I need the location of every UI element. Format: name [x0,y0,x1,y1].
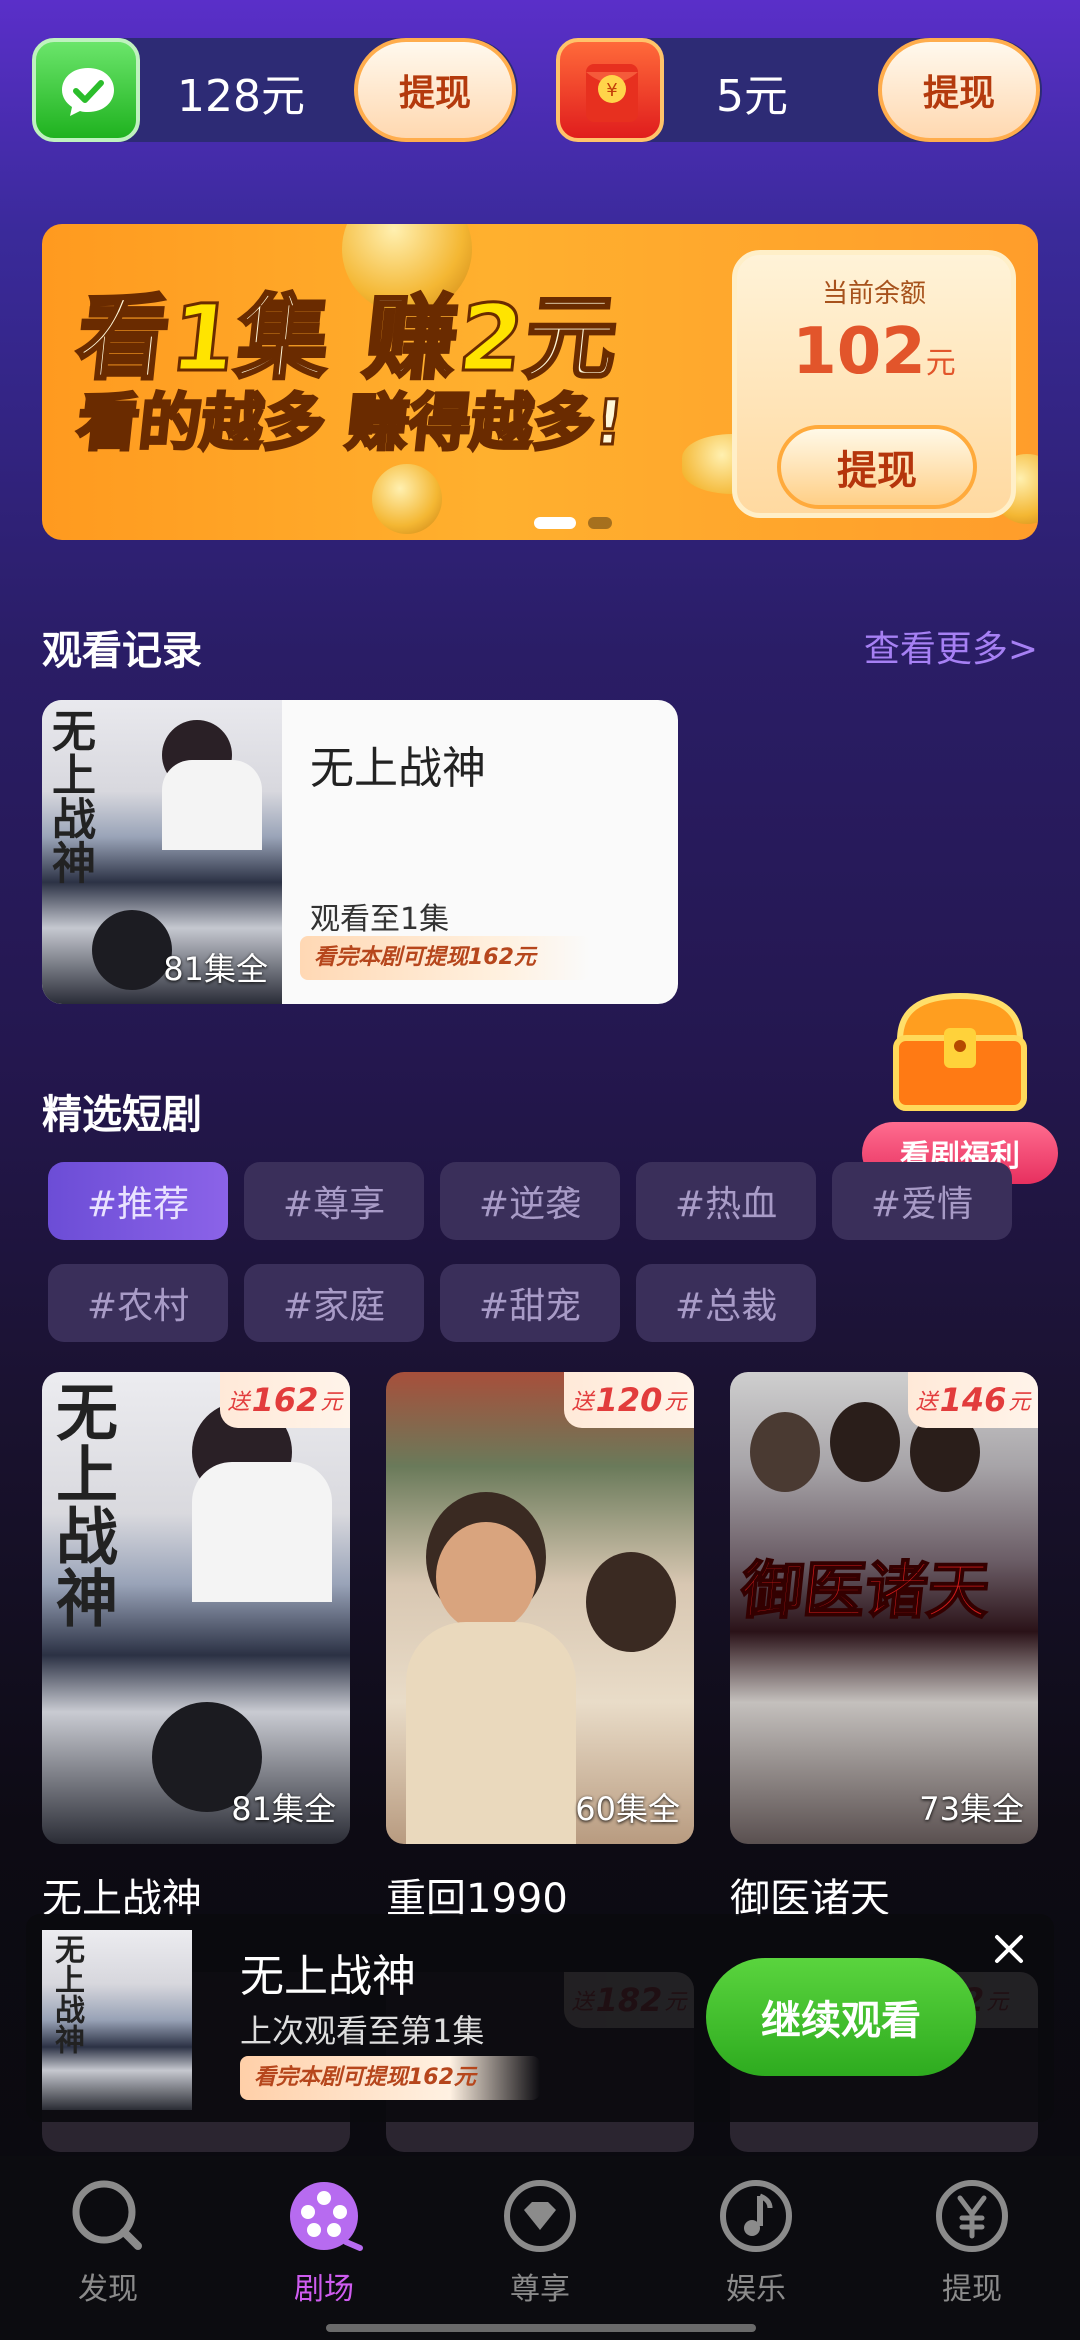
balance-amount: 102元 [792,315,956,389]
drama-card[interactable]: 无上战神 送 162 元 81集全 [42,1372,350,1844]
drama-card[interactable]: 送 120 元 60集全 [386,1372,694,1844]
poster-figure [830,1402,900,1482]
poster-figure [192,1462,332,1602]
wechat-icon [32,38,140,142]
chip-sweet[interactable]: #甜宠 [440,1264,620,1342]
poster-title-art: 御医诸天 [737,1553,995,1628]
chip-premium[interactable]: #尊享 [244,1162,424,1240]
nav-label: 提现 [942,2272,1002,2307]
wechat-withdraw-button[interactable]: 提现 [354,38,516,142]
nav-label: 娱乐 [726,2272,786,2307]
nav-label: 剧场 [294,2272,354,2307]
banner-subline: 看的越多 赚得越多! [72,385,629,461]
poster-figure [92,910,172,990]
drama-card[interactable]: 御医诸天 送 146 元 73集全 [730,1372,1038,1844]
nav-withdraw[interactable]: 提现 [902,2176,1042,2316]
chip-family[interactable]: #家庭 [244,1264,424,1342]
treasure-chest-icon[interactable] [886,990,1034,1114]
gift-badge: 送 146 元 [908,1372,1038,1428]
nav-premium[interactable]: 尊享 [470,2176,610,2316]
diamond-icon [504,2180,576,2252]
redpacket-withdraw-button[interactable]: 提现 [878,38,1040,142]
nav-label: 尊享 [510,2272,570,2307]
theater-icon [290,2182,363,2251]
carousel-dot-active [534,517,576,529]
balance-card: 当前余额 102元 提现 [732,250,1016,518]
banner-withdraw-button[interactable]: 提现 [777,425,977,509]
history-item-reward-tag: 看完本剧可提现162元 [300,936,590,980]
episode-count: 60集全 [575,1790,680,1828]
home-indicator[interactable] [326,2324,756,2332]
history-card[interactable]: 无上战神 81集全 无上战神 观看至1集 看完本剧可提现162元 [42,700,678,1004]
chip-ceo[interactable]: #总裁 [636,1264,816,1342]
discover-icon [72,2180,142,2250]
continue-thumbnail[interactable]: 无上战神 [42,1930,192,2110]
gift-badge: 送 120 元 [564,1372,694,1428]
continue-watching-button[interactable]: 继续观看 [706,1958,976,2076]
poster-figure [586,1552,676,1652]
nav-entertainment[interactable]: 娱乐 [686,2176,826,2316]
music-icon [720,2180,792,2252]
balance-label: 当前余额 [821,279,926,309]
coin-decoration [372,464,442,534]
red-packet-icon: ¥ [556,38,664,142]
poster-figure [406,1622,576,1844]
redpacket-wallet: ¥ 5元 提现 [556,38,1042,142]
yuan-icon [936,2180,1008,2252]
featured-title: 精选短剧 [42,1092,202,1138]
wechat-balance: 128元 [177,71,305,122]
poster-title-art: 无上战神 [49,1934,84,2054]
chip-romance[interactable]: #爱情 [832,1162,1012,1240]
episode-count: 73集全 [919,1790,1024,1828]
nav-theater[interactable]: 剧场 [254,2176,394,2316]
chip-rural[interactable]: #农村 [48,1264,228,1342]
continue-progress: 上次观看至第1集 [240,2012,485,2050]
nav-discover[interactable]: 发现 [38,2176,178,2316]
redpacket-balance: 5元 [716,71,788,122]
gift-badge: 送 162 元 [220,1372,350,1428]
history-item-title: 无上战神 [310,743,486,794]
bottom-nav: 发现 剧场 尊享 娱乐 提现 [0,2156,1080,2340]
history-more-link[interactable]: 查看更多> [864,620,1038,672]
poster-title-art: 无上战神 [45,1380,118,1628]
close-icon[interactable] [984,1924,1034,1974]
poster-figure [436,1522,536,1632]
continue-watching-bar: 无上战神 无上战神 上次观看至第1集 看完本剧可提现162元 继续观看 [26,1914,1054,2122]
episode-count: 81集全 [231,1790,336,1828]
continue-title: 无上战神 [240,1951,416,2002]
carousel-indicator [534,514,624,533]
promo-banner[interactable]: 看1集 赚2元 看的越多 赚得越多! 当前余额 102元 提现 [42,224,1038,540]
episode-count: 81集全 [163,950,268,988]
red-packet-symbol: ¥ [606,80,617,101]
history-title: 观看记录 [42,628,202,674]
carousel-dot [588,517,612,529]
chip-passion[interactable]: #热血 [636,1162,816,1240]
continue-reward-tag: 看完本剧可提现162元 [240,2056,540,2100]
chip-recommend[interactable]: #推荐 [48,1162,228,1240]
wechat-wallet: 128元 提现 [32,38,518,142]
history-item-progress: 观看至1集 [310,902,450,937]
nav-label: 发现 [78,2272,138,2307]
poster-figure [162,760,262,850]
history-poster: 无上战神 81集全 [42,700,282,1004]
poster-title-art: 无上战神 [44,708,95,884]
chip-comeback[interactable]: #逆袭 [440,1162,620,1240]
poster-figure [750,1412,820,1492]
